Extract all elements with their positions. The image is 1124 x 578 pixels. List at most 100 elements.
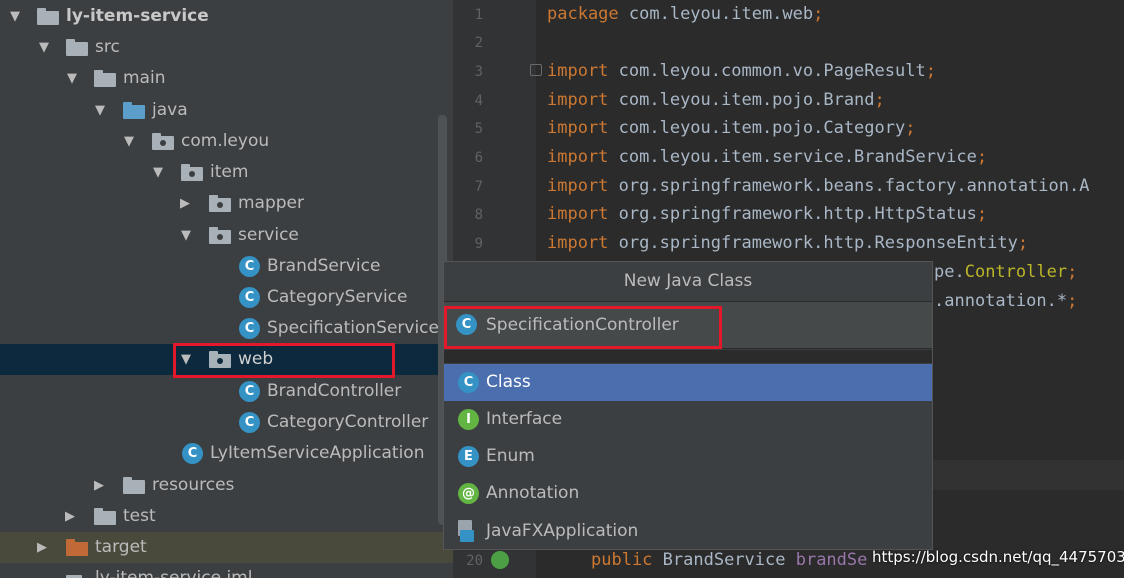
option-label: JavaFXApplication	[486, 521, 639, 541]
line-number: 8	[474, 207, 483, 223]
code-line: .annotation.*;	[934, 291, 1078, 311]
tree-item-category-service[interactable]: C CategoryService	[0, 282, 453, 313]
tree-item-test[interactable]: ▶ test	[0, 501, 453, 532]
dialog-separator	[444, 350, 932, 363]
tree-item-java[interactable]: ▼ java	[0, 95, 453, 126]
collapse-arrow-icon[interactable]: ▶	[92, 470, 106, 501]
line-number: 2	[474, 35, 483, 51]
tree-item-resources[interactable]: ▶ resources	[0, 470, 453, 501]
collapse-arrow-icon[interactable]: ▶	[178, 188, 192, 219]
collapse-arrow-icon[interactable]: ▶	[63, 501, 77, 532]
class-icon: C	[239, 287, 260, 308]
annotation-icon: @	[458, 483, 479, 504]
tree-item-brand-service[interactable]: C BrandService	[0, 251, 453, 282]
class-icon: C	[458, 372, 479, 393]
tree-item-label: BrandController	[267, 381, 402, 401]
tree-item-label: CategoryController	[267, 412, 429, 432]
kind-option-javafx[interactable]: JavaFXApplication	[444, 513, 932, 550]
kind-option-enum[interactable]: E Enum	[444, 438, 932, 475]
expand-arrow-icon[interactable]: ▼	[122, 126, 136, 157]
tree-item-label: ly-item-service.iml	[95, 568, 253, 578]
class-icon: C	[239, 381, 260, 402]
tree-item-item[interactable]: ▼ item	[0, 157, 453, 188]
tree-item-iml[interactable]: ly-item-service.iml	[0, 563, 453, 578]
tree-item-label: test	[123, 506, 156, 526]
class-icon: C	[239, 318, 260, 339]
line-number: 6	[474, 150, 483, 166]
collapse-arrow-icon[interactable]: ▶	[35, 532, 49, 563]
tree-item-category-controller[interactable]: C CategoryController	[0, 407, 453, 438]
spring-boot-class-icon: C	[182, 443, 203, 464]
tree-item-label: src	[95, 37, 120, 57]
bean-gutter-icon[interactable]	[491, 551, 509, 569]
tree-item-label: com.leyou	[181, 131, 270, 151]
code-line: import com.leyou.common.vo.PageResult;	[547, 61, 936, 81]
class-icon: C	[239, 256, 260, 277]
code-line: pe.Controller;	[934, 262, 1078, 282]
interface-icon: I	[458, 409, 479, 430]
tree-item-label: SpecificationService	[267, 318, 439, 338]
code-line: import com.leyou.item.service.BrandServi…	[547, 147, 988, 167]
folder-icon	[94, 70, 116, 87]
package-icon	[181, 164, 203, 181]
dialog-title: New Java Class	[444, 262, 932, 302]
enum-icon: E	[458, 446, 479, 467]
highlight-box-class-name	[444, 306, 722, 349]
excluded-folder-icon	[66, 539, 88, 556]
tree-item-src[interactable]: ▼ src	[0, 32, 453, 63]
highlight-box-web	[173, 343, 395, 378]
tree-item-label: BrandService	[267, 256, 381, 276]
line-number: 1	[474, 7, 483, 23]
module-folder-icon	[37, 8, 59, 25]
tree-item-module[interactable]: ▼ ly-item-service	[0, 1, 453, 32]
tree-item-mapper[interactable]: ▶ mapper	[0, 188, 453, 219]
expand-arrow-icon[interactable]: ▼	[151, 157, 165, 188]
tree-item-specification-service[interactable]: C SpecificationService	[0, 313, 453, 344]
line-number: 20	[466, 553, 483, 569]
tree-item-label: main	[123, 68, 166, 88]
option-label: Enum	[486, 446, 535, 466]
expand-arrow-icon[interactable]: ▼	[37, 32, 51, 63]
expand-arrow-icon[interactable]: ▼	[179, 220, 193, 251]
expand-arrow-icon[interactable]: ▼	[93, 95, 107, 126]
package-icon	[209, 227, 231, 244]
kind-option-annotation[interactable]: @ Annotation	[444, 475, 932, 512]
source-folder-icon	[123, 102, 145, 119]
tree-item-label: service	[238, 225, 299, 245]
tree-item-label: ly-item-service	[66, 6, 209, 26]
code-line: import com.leyou.item.pojo.Category;	[547, 118, 916, 138]
code-line: import org.springframework.http.Response…	[547, 233, 1029, 253]
tree-item-brand-controller[interactable]: C BrandController	[0, 376, 453, 407]
class-icon: C	[239, 412, 260, 433]
option-label: Annotation	[486, 483, 580, 503]
tree-item-label: item	[210, 162, 249, 182]
javafx-icon	[458, 520, 477, 542]
expand-arrow-icon[interactable]: ▼	[8, 1, 22, 32]
tree-item-label: resources	[152, 475, 235, 495]
tree-item-application[interactable]: C LyItemServiceApplication	[0, 438, 453, 469]
expand-arrow-icon[interactable]: ▼	[65, 63, 79, 94]
line-number: 9	[474, 236, 483, 252]
folder-icon	[94, 508, 116, 525]
tree-item-target[interactable]: ▶ target	[0, 532, 453, 563]
kind-option-class[interactable]: C Class	[444, 364, 932, 401]
option-label: Interface	[486, 409, 563, 429]
fold-icon[interactable]	[530, 64, 542, 76]
tree-item-label: mapper	[238, 193, 305, 213]
tree-item-com-leyou[interactable]: ▼ com.leyou	[0, 126, 453, 157]
option-label: Class	[486, 372, 531, 392]
folder-icon	[66, 39, 88, 56]
code-line: import org.springframework.http.HttpStat…	[547, 204, 988, 224]
project-tree: ▼ ly-item-service ▼ src ▼ main ▼ java ▼ …	[0, 0, 453, 578]
new-java-class-dialog: New Java Class C C Class I Interface E E…	[443, 261, 933, 550]
kind-option-interface[interactable]: I Interface	[444, 401, 932, 438]
tree-item-label: LyItemServiceApplication	[210, 443, 425, 463]
line-number: 7	[474, 179, 483, 195]
resources-folder-icon	[123, 477, 145, 494]
tree-item-service[interactable]: ▼ service	[0, 220, 453, 251]
iml-file-icon	[66, 572, 88, 578]
tree-item-main[interactable]: ▼ main	[0, 63, 453, 94]
tree-item-label: CategoryService	[267, 287, 408, 307]
watermark: https://blog.csdn.net/qq_44757034	[872, 548, 1124, 566]
line-number: 5	[474, 121, 483, 137]
